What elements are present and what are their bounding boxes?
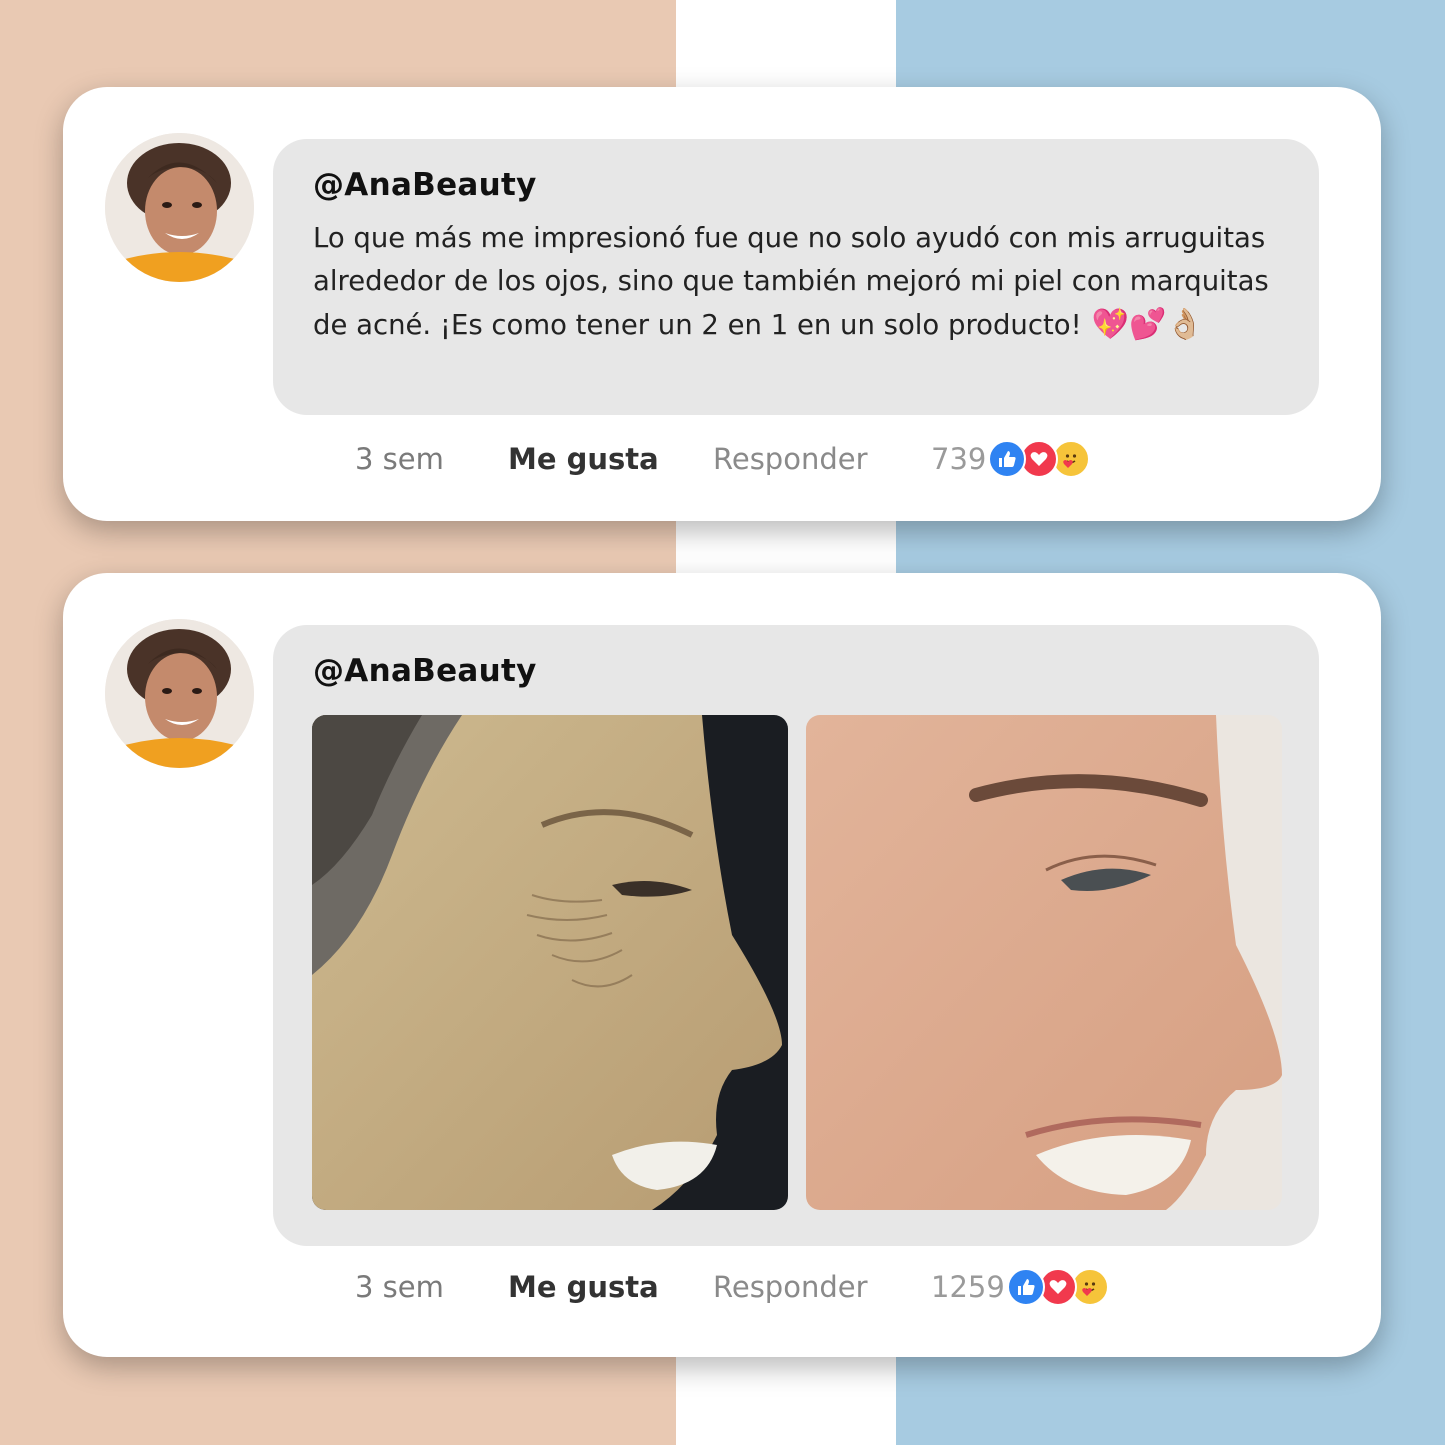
comment-bubble: @AnaBeauty [273, 625, 1319, 1246]
like-icon [1006, 1268, 1045, 1306]
before-after-photos [312, 715, 1282, 1210]
love-icon [1020, 440, 1059, 478]
avatar-image [105, 133, 254, 282]
user-avatar[interactable] [105, 133, 254, 282]
comment-card-photos: @AnaBeauty 3 sem Me gusta Responder 1259 [63, 573, 1381, 1357]
comment-text: Lo que más me impresionó fue que no solo… [313, 217, 1293, 347]
reply-button[interactable]: Responder [713, 1270, 931, 1304]
comment-emojis: 💖💕👌🏼 [1091, 307, 1204, 342]
username[interactable]: @AnaBeauty [313, 653, 1279, 689]
comment-actions: 3 sem Me gusta Responder 739 [355, 439, 1091, 479]
comment-bubble: @AnaBeauty Lo que más me impresionó fue … [273, 139, 1319, 415]
reaction-icons[interactable] [1006, 1268, 1109, 1306]
user-avatar[interactable] [105, 619, 254, 768]
comment-card-text: @AnaBeauty Lo que más me impresionó fue … [63, 87, 1381, 521]
after-photo[interactable] [806, 715, 1282, 1210]
care-icon [1052, 440, 1091, 478]
timestamp: 3 sem [355, 442, 444, 476]
username[interactable]: @AnaBeauty [313, 167, 1279, 203]
reaction-count[interactable]: 739 [931, 442, 986, 476]
timestamp: 3 sem [355, 1270, 444, 1304]
avatar-image [105, 619, 254, 768]
like-button[interactable]: Me gusta [508, 1270, 713, 1304]
like-icon [988, 440, 1027, 478]
reaction-count[interactable]: 1259 [931, 1270, 1005, 1304]
like-button[interactable]: Me gusta [508, 442, 713, 476]
before-photo[interactable] [312, 715, 788, 1210]
reaction-icons[interactable] [988, 440, 1091, 478]
reply-button[interactable]: Responder [713, 442, 931, 476]
comment-actions: 3 sem Me gusta Responder 1259 [355, 1267, 1109, 1307]
